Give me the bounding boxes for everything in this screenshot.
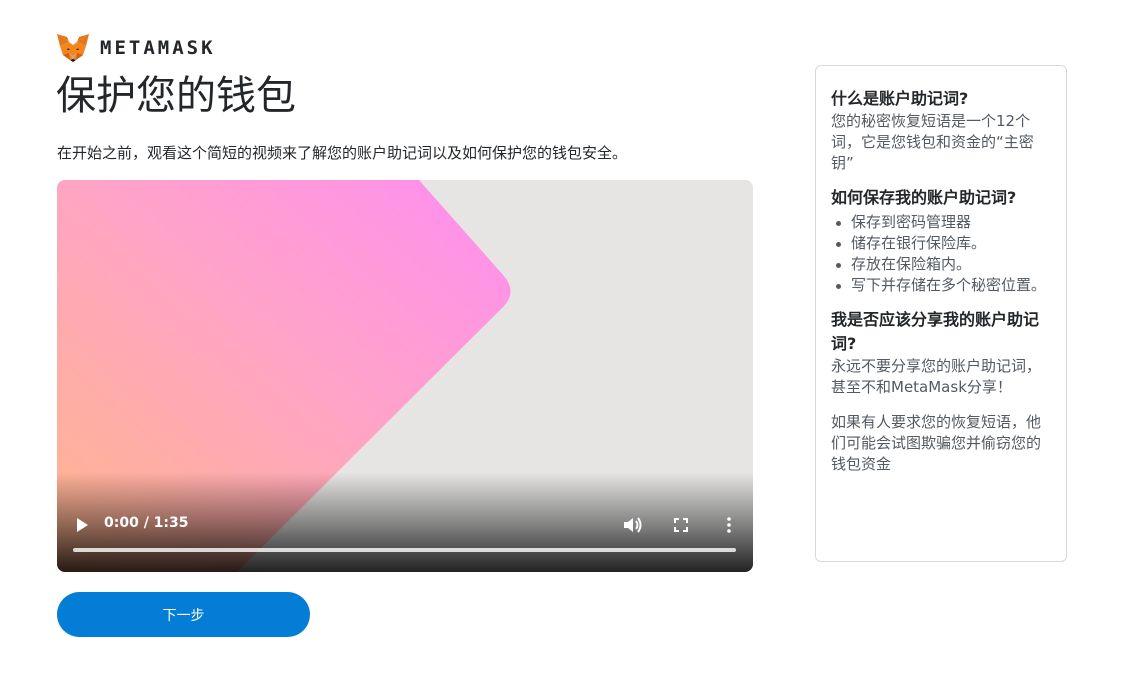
list-item: 保存到密码管理器 xyxy=(831,212,1051,233)
page: METAMASK 保护您的钱包 在开始之前，观看这个简短的视频来了解您的账户助记… xyxy=(0,0,1138,687)
next-button[interactable]: 下一步 xyxy=(57,592,310,637)
play-icon[interactable] xyxy=(71,514,93,536)
more-options-icon[interactable] xyxy=(717,513,741,537)
brand-logo: METAMASK xyxy=(56,33,216,63)
list-item: 储存在银行保险库。 xyxy=(831,233,1051,254)
brand-wordmark: METAMASK xyxy=(100,37,216,59)
video-player[interactable]: 0:00 / 1:35 xyxy=(57,180,753,572)
metamask-fox-icon xyxy=(57,34,89,62)
list-item: 写下并存储在多个秘密位置。 xyxy=(831,275,1051,296)
page-intro: 在开始之前，观看这个简短的视频来了解您的账户助记词以及如何保护您的钱包安全。 xyxy=(57,144,628,162)
video-progress-bar[interactable] xyxy=(73,548,736,552)
list-item: 存放在保险箱内。 xyxy=(831,254,1051,275)
page-title: 保护您的钱包 xyxy=(56,73,296,119)
help-q1-body: 您的秘密恢复短语是一个12个词，它是您钱包和资金的“主密钥” xyxy=(831,112,1034,172)
help-q2-list: 保存到密码管理器 储存在银行保险库。 存放在保险箱内。 写下并存储在多个秘密位置… xyxy=(831,212,1051,296)
video-time: 0:00 / 1:35 xyxy=(104,515,189,531)
help-q1-title: 什么是账户助记词? xyxy=(831,89,969,108)
volume-icon[interactable] xyxy=(621,513,645,537)
help-q3-body: 永远不要分享您的账户助记词，甚至不和MetaMask分享！ xyxy=(831,357,1042,396)
help-panel: 什么是账户助记词? 您的秘密恢复短语是一个12个词，它是您钱包和资金的“主密钥”… xyxy=(815,65,1067,562)
help-q2-title: 如何保存我的账户助记词? xyxy=(831,188,1017,207)
fullscreen-icon[interactable] xyxy=(669,513,693,537)
help-q3-note: 如果有人要求您的恢复短语，他们可能会试图欺骗您并偷窃您的钱包资金 xyxy=(831,413,1042,473)
help-q3-title: 我是否应该分享我的账户助记词? xyxy=(831,310,1040,353)
